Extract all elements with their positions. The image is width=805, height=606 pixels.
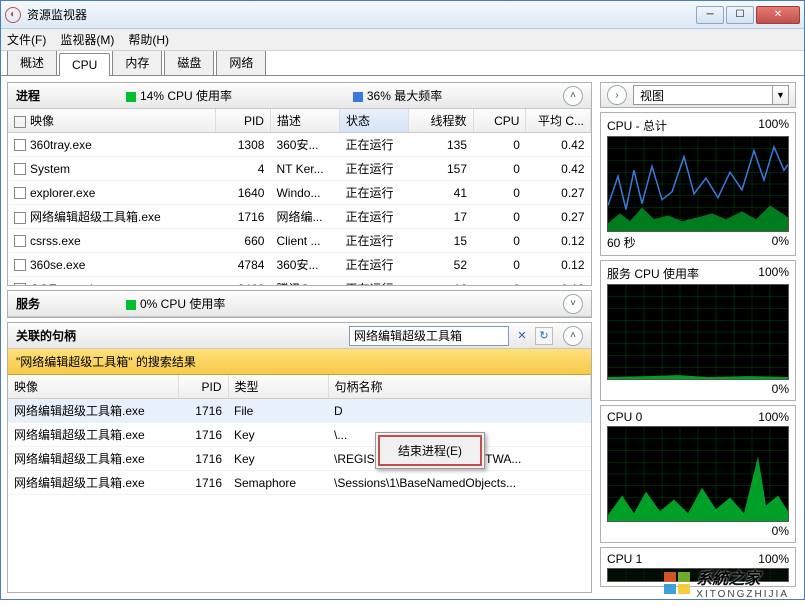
row-checkbox[interactable] xyxy=(14,283,26,285)
clear-search-icon[interactable]: ✕ xyxy=(513,327,531,345)
services-title: 服务 xyxy=(16,295,116,312)
table-row[interactable]: 360se.exe4784360安...正在运行5200.12 xyxy=(8,253,591,277)
col-image[interactable]: 映像 xyxy=(8,109,215,133)
chart-box: 服务 CPU 使用率 100% 0% xyxy=(600,260,796,401)
main-window: ◐ 资源监视器 ─ ☐ ✕ 文件(F) 监视器(M) 帮助(H) 概述 CPU … xyxy=(0,0,805,600)
chart-max: 100% xyxy=(758,265,789,282)
checkbox-all[interactable] xyxy=(14,116,26,128)
table-row[interactable]: csrss.exe660Client ...正在运行1500.12 xyxy=(8,229,591,253)
menu-file[interactable]: 文件(F) xyxy=(7,31,46,48)
view-select-label: 视图 xyxy=(633,85,773,105)
col-desc[interactable]: 描述 xyxy=(270,109,339,133)
handles-title: 关联的句柄 xyxy=(16,327,76,344)
hcol-handle[interactable]: 句柄名称 xyxy=(328,375,591,399)
watermark-logo-icon xyxy=(664,572,690,594)
menubar: 文件(F) 监视器(M) 帮助(H) xyxy=(1,29,804,51)
tab-memory[interactable]: 内存 xyxy=(112,49,162,75)
collapse-handles-icon[interactable]: ˄ xyxy=(563,326,583,346)
processes-table[interactable]: 映像 PID 描述 状态 线程数 CPU 平均 C... 360tray.exe… xyxy=(8,109,591,285)
menu-help[interactable]: 帮助(H) xyxy=(128,31,169,48)
menu-monitor[interactable]: 监视器(M) xyxy=(60,31,114,48)
col-pid[interactable]: PID xyxy=(215,109,270,133)
chart-box: CPU - 总计 100% 60 秒 0% xyxy=(600,112,796,256)
chart-title: CPU 1 xyxy=(607,552,642,566)
legend-blue-icon xyxy=(353,92,363,102)
chart-box: CPU 0 100% 0% xyxy=(600,405,796,543)
chart-canvas xyxy=(607,426,789,522)
table-row[interactable]: 网络编辑超级工具箱.exe1716FileD xyxy=(8,399,591,423)
row-checkbox[interactable] xyxy=(14,139,26,151)
close-button[interactable]: ✕ xyxy=(756,6,800,24)
col-cpu[interactable]: CPU xyxy=(473,109,526,133)
chart-footer-left: 60 秒 xyxy=(607,234,636,251)
table-row[interactable]: 网络编辑超级工具箱.exe1716Key\REGISTRY\MACHINE\SO… xyxy=(8,447,591,471)
minimize-button[interactable]: ─ xyxy=(696,6,724,24)
chart-footer-right: 0% xyxy=(772,234,789,251)
hcol-image[interactable]: 映像 xyxy=(8,375,178,399)
handles-panel: 关联的句柄 ✕ ↻ ˄ "网络编辑超级工具箱" 的搜索结果 映像 PID xyxy=(7,322,592,593)
col-status[interactable]: 状态 xyxy=(340,109,409,133)
row-checkbox[interactable] xyxy=(14,212,26,224)
chart-title: CPU 0 xyxy=(607,410,642,424)
view-select-dropdown[interactable]: ▼ xyxy=(773,85,789,105)
hcol-pid[interactable]: PID xyxy=(178,375,228,399)
row-checkbox[interactable] xyxy=(14,259,26,271)
table-row[interactable]: QQExternal.exe8460腾讯Q...正在运行1600.10 xyxy=(8,277,591,286)
refresh-search-icon[interactable]: ↻ xyxy=(535,327,553,345)
maximize-button[interactable]: ☐ xyxy=(726,6,754,24)
processes-title: 进程 xyxy=(16,87,116,104)
table-row[interactable]: 360tray.exe1308360安...正在运行13500.42 xyxy=(8,133,591,157)
collapse-processes-icon[interactable]: ˄ xyxy=(563,86,583,106)
window-title: 资源监视器 xyxy=(27,6,696,23)
tab-disk[interactable]: 磁盘 xyxy=(164,49,214,75)
charts-pane: › 视图 ▼ CPU - 总计 100% 60 秒 0% 服务 CPU 使用率 100%… xyxy=(598,76,804,599)
chart-title: 服务 CPU 使用率 xyxy=(607,265,699,282)
hcol-type[interactable]: 类型 xyxy=(228,375,328,399)
cpu-usage-label: 14% CPU 使用率 xyxy=(140,89,232,103)
titlebar: ◐ 资源监视器 ─ ☐ ✕ xyxy=(1,1,804,29)
chart-max: 100% xyxy=(758,117,789,134)
handles-search-input[interactable] xyxy=(349,326,509,346)
row-checkbox[interactable] xyxy=(14,235,26,247)
chart-footer-right: 0% xyxy=(772,524,789,538)
expand-services-icon[interactable]: ˅ xyxy=(563,294,583,314)
context-end-process[interactable]: 结束进程(E) xyxy=(378,435,482,466)
watermark-sub: XITONGZHIJIA xyxy=(696,589,789,600)
services-panel: 服务 0% CPU 使用率 ˅ xyxy=(7,290,592,318)
legend-green-icon xyxy=(126,92,136,102)
row-checkbox[interactable] xyxy=(14,187,26,199)
app-icon: ◐ xyxy=(5,7,21,23)
processes-panel: 进程 14% CPU 使用率 36% 最大频率 ˄ 映像 PID 描述 状态 xyxy=(7,82,592,286)
tab-network[interactable]: 网络 xyxy=(216,49,266,75)
handles-table[interactable]: 映像 PID 类型 句柄名称 网络编辑超级工具箱.exe1716FileD网络编… xyxy=(8,375,591,495)
tab-overview[interactable]: 概述 xyxy=(7,49,57,75)
row-checkbox[interactable] xyxy=(14,163,26,175)
watermark: 系統之家 XITONGZHIJIA xyxy=(664,565,789,600)
legend-green-icon xyxy=(126,300,136,310)
watermark-text: 系統之家 xyxy=(696,565,789,589)
table-row[interactable]: 网络编辑超级工具箱.exe1716网络编...正在运行1700.27 xyxy=(8,205,591,229)
services-cpu-label: 0% CPU 使用率 xyxy=(140,297,225,311)
search-result-banner: "网络编辑超级工具箱" 的搜索结果 xyxy=(8,349,591,375)
tabbar: 概述 CPU 内存 磁盘 网络 xyxy=(1,50,804,76)
table-row[interactable]: explorer.exe1640Windo...正在运行4100.27 xyxy=(8,181,591,205)
col-threads[interactable]: 线程数 xyxy=(409,109,473,133)
context-menu: 结束进程(E) xyxy=(375,432,485,469)
chart-canvas xyxy=(607,284,789,380)
tab-cpu[interactable]: CPU xyxy=(59,53,110,76)
chart-canvas xyxy=(607,136,789,232)
chart-max: 100% xyxy=(758,410,789,424)
table-row[interactable]: 网络编辑超级工具箱.exe1716Key\... xyxy=(8,423,591,447)
chart-footer-right: 0% xyxy=(772,382,789,396)
col-avg[interactable]: 平均 C... xyxy=(526,109,591,133)
chart-title: CPU - 总计 xyxy=(607,117,667,134)
max-freq-label: 36% 最大频率 xyxy=(367,89,442,103)
chart-max: 100% xyxy=(758,552,789,566)
collapse-right-icon[interactable]: › xyxy=(607,85,627,105)
table-row[interactable]: 网络编辑超级工具箱.exe1716Semaphore\Sessions\1\Ba… xyxy=(8,471,591,495)
table-row[interactable]: System4NT Ker...正在运行15700.42 xyxy=(8,157,591,181)
